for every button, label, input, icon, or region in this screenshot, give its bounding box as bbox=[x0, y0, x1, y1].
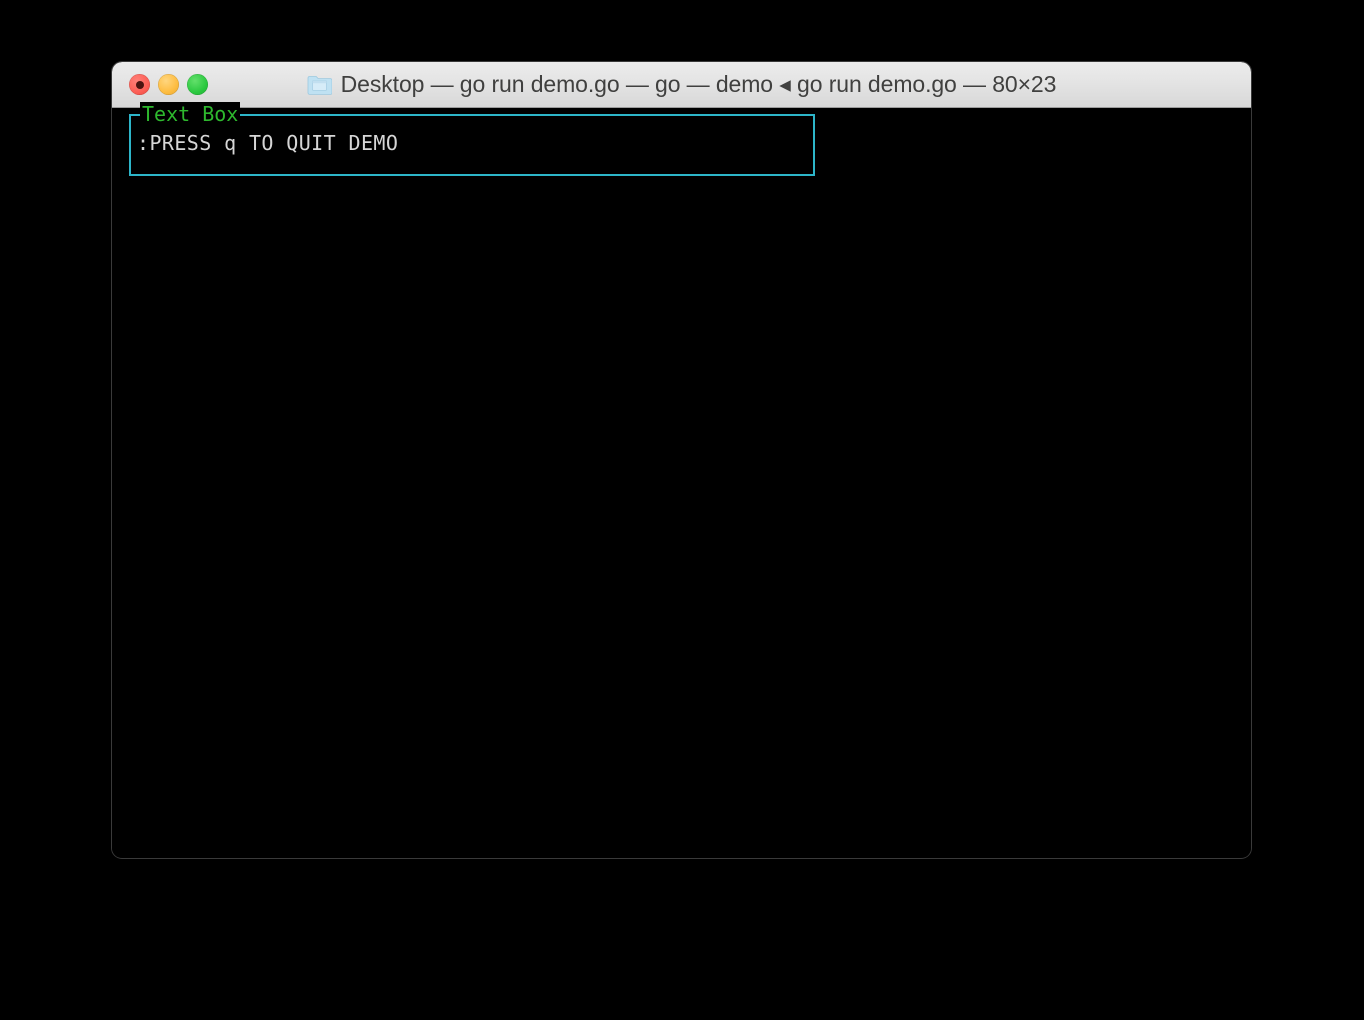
maximize-button[interactable] bbox=[187, 74, 208, 95]
terminal-window[interactable]: Desktop — go run demo.go — go — demo ◂ g… bbox=[112, 62, 1251, 858]
window-title-bar[interactable]: Desktop — go run demo.go — go — demo ◂ g… bbox=[112, 62, 1251, 108]
window-controls bbox=[129, 62, 208, 107]
text-box-panel: Text Box :PRESS q TO QUIT DEMO bbox=[129, 102, 815, 176]
folder-icon bbox=[307, 74, 332, 95]
window-title-text: Desktop — go run demo.go — go — demo ◂ g… bbox=[340, 71, 1057, 97]
close-button[interactable] bbox=[129, 74, 150, 95]
minimize-button[interactable] bbox=[158, 74, 179, 95]
text-box-title: Text Box bbox=[140, 102, 241, 126]
text-box-content: :PRESS q TO QUIT DEMO bbox=[137, 131, 399, 155]
window-title-group: Desktop — go run demo.go — go — demo ◂ g… bbox=[112, 62, 1251, 107]
terminal-screen[interactable]: Text Box :PRESS q TO QUIT DEMO bbox=[112, 102, 1251, 857]
